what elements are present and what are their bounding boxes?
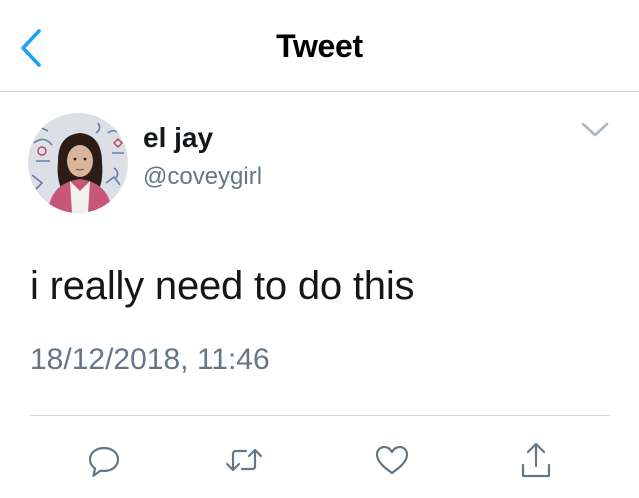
reply-button[interactable] bbox=[82, 438, 126, 482]
reply-icon bbox=[88, 446, 120, 477]
author-name[interactable]: el jay bbox=[143, 122, 213, 154]
retweet-icon bbox=[225, 448, 263, 472]
like-icon bbox=[375, 445, 409, 475]
retweet-button[interactable] bbox=[222, 438, 266, 482]
like-button[interactable] bbox=[370, 438, 414, 482]
author-handle[interactable]: @coveygirl bbox=[143, 163, 262, 191]
avatar[interactable] bbox=[28, 113, 128, 213]
divider bbox=[30, 415, 610, 416]
avatar-image bbox=[28, 113, 128, 213]
page-title: Tweet bbox=[276, 28, 363, 64]
tweet-text: i really need to do this bbox=[30, 264, 415, 308]
tweet-menu-button[interactable] bbox=[579, 118, 611, 142]
tweet-timestamp: 18/12/2018, 11:46 bbox=[30, 343, 270, 376]
navigation-bar: Tweet bbox=[0, 0, 639, 92]
share-button[interactable] bbox=[514, 438, 558, 482]
chevron-down-icon bbox=[581, 122, 609, 137]
share-icon bbox=[521, 442, 551, 478]
